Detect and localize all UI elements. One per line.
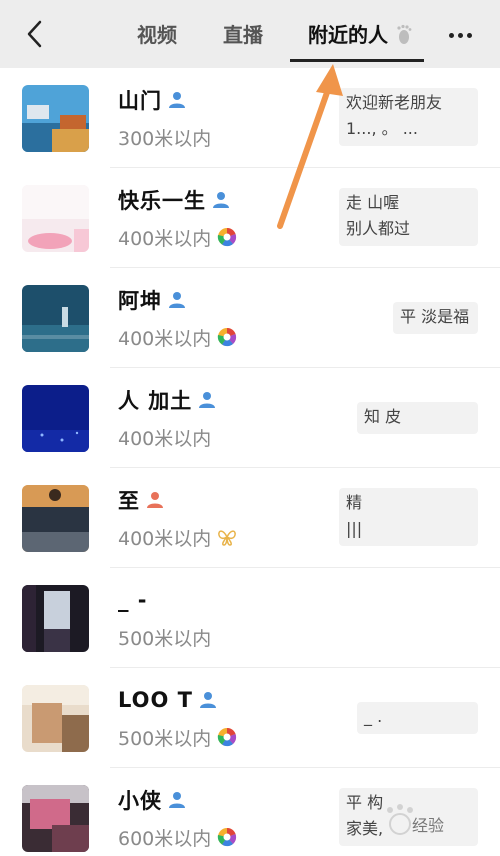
list-item[interactable]: 阿坤 400米以内 平 淡是福 — [0, 268, 500, 368]
signature-bubble: 精 ||| — [339, 488, 478, 546]
signature-line: ||| — [346, 519, 363, 538]
male-user-icon — [199, 392, 216, 408]
nearby-people-list: 山门 300米以内 欢迎新老朋友 1..., 。 ... 快乐一生 400米以内… — [0, 68, 500, 856]
distance-label: 300米以内 — [118, 127, 212, 150]
distance-label: 500米以内 — [118, 627, 212, 650]
tab-video[interactable]: 视频 — [137, 20, 177, 50]
list-item[interactable]: 快乐一生 400米以内 走 山喔 别人都过 — [0, 168, 500, 268]
distance-label: 400米以内 — [118, 327, 212, 350]
top-navigation-bar: 视频 直播 附近的人 — [0, 0, 500, 68]
list-item[interactable]: LOO T 500米以内 _ . — [0, 668, 500, 768]
person-name: LOO T — [118, 688, 193, 712]
signature-line: _ . — [364, 707, 383, 726]
signature-bubble: 走 山喔 别人都过 — [339, 188, 478, 246]
person-name: 小侠 — [118, 789, 162, 813]
signature-line: 别人都过 — [346, 219, 411, 238]
signature-line: 欢迎新老朋友 — [346, 93, 443, 112]
male-user-icon — [169, 792, 185, 808]
back-button[interactable] — [18, 18, 50, 50]
distance-label: 400米以内 — [118, 527, 212, 550]
avatar — [22, 385, 89, 452]
female-user-icon — [147, 492, 163, 508]
avatar — [22, 85, 89, 152]
signature-line: 平 淡是福 — [400, 307, 470, 326]
tab-nearby-people[interactable]: 附近的人 — [308, 20, 388, 50]
more-button[interactable] — [444, 24, 476, 46]
list-item[interactable]: 山门 300米以内 欢迎新老朋友 1..., 。 ... — [0, 68, 500, 168]
signature-line: 知 皮 — [364, 407, 402, 426]
moments-camera-icon — [218, 227, 237, 247]
watermark-text: 经验 — [412, 816, 445, 835]
male-user-icon — [199, 692, 216, 708]
distance-label: 400米以内 — [118, 227, 212, 250]
avatar — [22, 185, 89, 252]
butterfly-icon — [218, 530, 237, 546]
avatar — [22, 685, 89, 752]
person-name: 阿坤 — [118, 289, 162, 313]
avatar — [22, 285, 89, 352]
person-name: 至 — [118, 489, 140, 513]
list-item[interactable]: 人 加土 400米以内 知 皮 — [0, 368, 500, 468]
distance-label: 600米以内 — [118, 827, 212, 850]
avatar — [22, 485, 89, 552]
person-name: _ - — [118, 588, 148, 612]
tab-live[interactable]: 直播 — [223, 20, 263, 50]
moments-camera-icon — [218, 728, 237, 747]
signature-line: 1..., 。 ... — [346, 119, 418, 138]
signature-bubble: 欢迎新老朋友 1..., 。 ... — [339, 88, 478, 146]
list-item[interactable]: 至 400米以内 精 ||| — [0, 468, 500, 568]
active-tab-indicator — [290, 59, 424, 62]
distance-label: 500米以内 — [118, 727, 212, 750]
moments-camera-icon — [218, 328, 237, 347]
signature-bubble: 知 皮 — [357, 402, 478, 434]
male-user-icon — [213, 192, 229, 208]
avatar — [22, 785, 89, 852]
signature-bubble: _ . — [357, 702, 478, 734]
person-name: 人 加土 — [118, 389, 193, 413]
male-user-icon — [169, 292, 185, 308]
male-user-icon — [169, 92, 185, 108]
more-dots-icon — [448, 32, 454, 38]
list-item[interactable]: _ - 500米以内 — [0, 568, 500, 668]
back-chevron-icon — [27, 20, 42, 48]
moments-camera-icon — [218, 828, 237, 847]
footprint-icon — [397, 24, 412, 44]
signature-line: 走 山喔 — [346, 193, 400, 212]
person-name: 快乐一生 — [118, 189, 206, 213]
person-name: 山门 — [118, 89, 162, 113]
avatar — [22, 585, 89, 652]
signature-line: 精 — [346, 493, 363, 512]
distance-label: 400米以内 — [118, 427, 212, 450]
signature-bubble: 平 淡是福 — [393, 302, 478, 334]
